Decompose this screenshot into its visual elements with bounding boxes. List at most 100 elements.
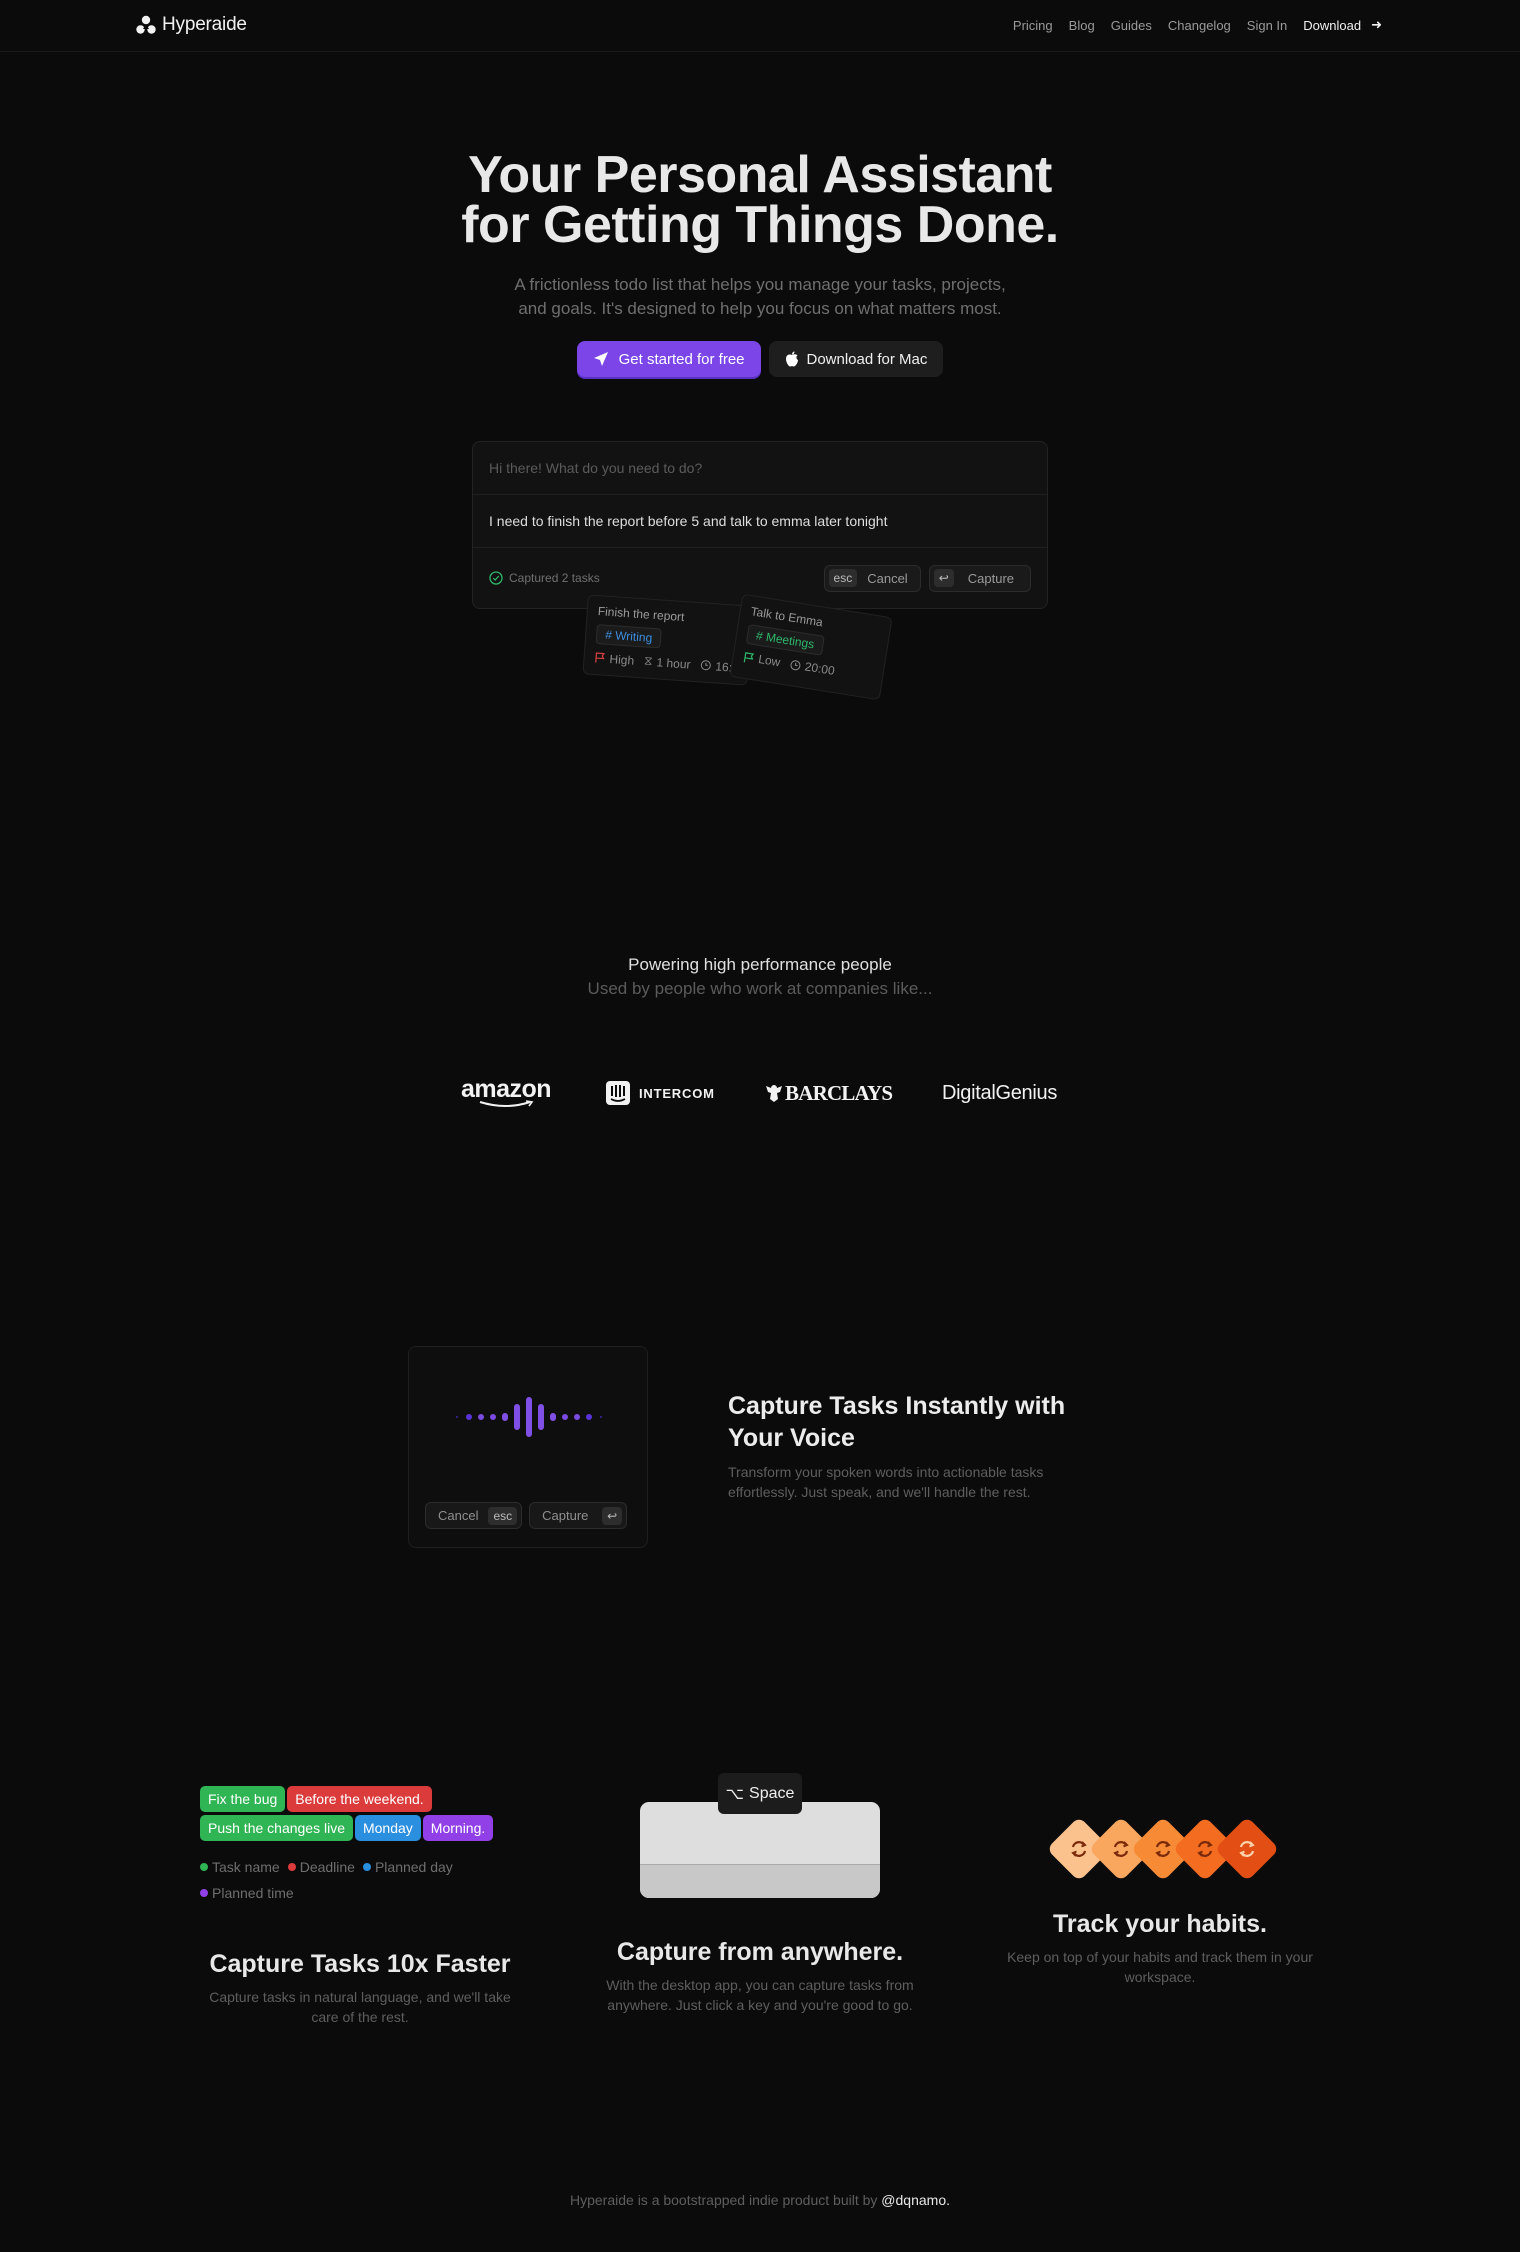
habit-diamond — [1214, 1816, 1280, 1882]
paper-plane-icon — [593, 352, 608, 366]
arrow-right-icon: ➜ — [1371, 17, 1382, 32]
shortcut-key: ⌥ Space — [718, 1773, 802, 1814]
top-nav: Hyperaide Pricing Blog Guides Changelog … — [0, 0, 1520, 52]
legend-dot — [200, 1889, 208, 1897]
cancel-button[interactable]: esc Cancel — [823, 564, 921, 592]
legend-label: Deadline — [299, 1859, 355, 1875]
nav-download-link[interactable]: Download ➜ — [1303, 17, 1382, 33]
priority: High — [594, 650, 635, 667]
barclays-eagle-icon — [766, 1085, 782, 1102]
capture-prompt-row: Hi there! What do you need to do? — [473, 442, 1047, 495]
hero-subtitle: A frictionless todo list that helps you … — [0, 273, 1520, 321]
legend-planned-time: Planned time — [200, 1885, 500, 1901]
task-title: Finish the report — [597, 604, 685, 625]
check-circle-icon — [489, 571, 503, 585]
voice-waveform — [456, 1397, 602, 1437]
esc-key-hint: esc — [488, 1506, 518, 1525]
habit-tracker-illustration — [1046, 1816, 1280, 1882]
keyboard-illustration: ⌥ Space — [640, 1773, 880, 1898]
legend-label: Task name — [212, 1859, 280, 1875]
capture-prompt: Hi there! What do you need to do? — [489, 460, 703, 476]
enter-key-icon: ↩ — [602, 1506, 623, 1525]
duration-label: 1 hour — [656, 654, 692, 672]
nav-link-pricing[interactable]: Pricing — [1013, 18, 1053, 33]
get-started-button[interactable]: Get started for free — [576, 341, 761, 377]
barclays-logo: BARCLAYS — [765, 1075, 893, 1111]
nav-link-blog[interactable]: Blog — [1069, 18, 1095, 33]
hero-title-line2: for Getting Things Done. — [461, 196, 1059, 254]
nav-link-guides[interactable]: Guides — [1111, 18, 1152, 33]
capture-actions: esc Cancel ↩ Capture — [823, 564, 1031, 592]
feature-title: Capture from anywhere. — [616, 1938, 904, 1966]
footer: Hyperaide is a bootstrapped indie produc… — [0, 2192, 1520, 2208]
feature-track-habits: Track your habits. Keep on top of your h… — [995, 1910, 1325, 1987]
feature-capture-anywhere: Capture from anywhere. With the desktop … — [596, 1938, 924, 2015]
voice-capture-card: Cancel esc Capture ↩ — [408, 1346, 648, 1548]
keyboard-body — [640, 1802, 880, 1898]
legend-label: Planned time — [212, 1885, 294, 1901]
hyperaide-logo-icon — [136, 15, 156, 34]
voice-description: Transform your spoken words into actiona… — [728, 1464, 1044, 1500]
legend-planned-day: Planned day — [362, 1859, 453, 1875]
chip-deadline: Before the weekend. — [287, 1786, 432, 1812]
apple-icon — [785, 351, 798, 367]
repeat-icon — [1113, 1841, 1129, 1857]
waveform-bar — [600, 1416, 602, 1418]
capture-button[interactable]: ↩ Capture — [928, 564, 1031, 592]
legend-task-name: Task name — [200, 1859, 280, 1875]
waveform-bar — [562, 1414, 568, 1420]
hash-icon: # — [604, 627, 613, 643]
task-card-talk-to-emma[interactable]: Talk to Emma # Meetings Low 20:00 — [729, 593, 893, 701]
waveform-bar — [586, 1414, 592, 1420]
flag-icon — [743, 651, 755, 662]
enter-key-icon: ↩ — [933, 569, 954, 587]
voice-title: Capture Tasks Instantly with Your Voice — [728, 1392, 1066, 1452]
hero-subtitle-line2: and goals. It's designed to help you foc… — [518, 299, 1002, 318]
amazon-wordmark: amazon — [461, 1075, 552, 1103]
voice-actions: Cancel esc Capture ↩ — [425, 1502, 628, 1529]
time: 20:00 — [789, 657, 836, 678]
task-meta: High ⧖ 1 hour 16:00 — [594, 650, 746, 675]
chip-planned-day: Monday — [354, 1815, 421, 1841]
shortcut-key-label: Space — [749, 1784, 795, 1802]
nav-links: Pricing Blog Guides Changelog Sign In Do… — [1013, 17, 1382, 33]
feature-description: Capture tasks in natural language, and w… — [209, 1989, 511, 2025]
waveform-bar — [456, 1416, 458, 1418]
download-mac-button[interactable]: Download for Mac — [768, 341, 944, 377]
waveform-bar — [574, 1414, 580, 1420]
task-card-finish-report[interactable]: Finish the report # Writing High ⧖ 1 hou… — [582, 594, 753, 686]
feature-description: With the desktop app, you can capture ta… — [606, 1977, 914, 2013]
nav-link-sign-in[interactable]: Sign In — [1247, 18, 1287, 33]
capture-status-text: Captured 2 tasks — [509, 571, 600, 585]
intercom-wordmark: INTERCOM — [639, 1085, 715, 1101]
capture-demo-panel: Hi there! What do you need to do? I need… — [472, 441, 1048, 609]
chip-task-name: Fix the bug — [200, 1786, 286, 1812]
capture-input[interactable]: I need to finish the report before 5 and… — [473, 495, 1047, 548]
hero-title: Your Personal Assistant for Getting Thin… — [0, 149, 1520, 251]
brand-name: Hyperaide — [162, 14, 247, 35]
author-link[interactable]: @dqnamo. — [881, 2192, 950, 2208]
clock-icon — [790, 659, 801, 670]
chip-legend: Task name Deadline Planned day Planned t… — [200, 1859, 500, 1901]
legend-dot — [287, 1863, 296, 1871]
cancel-label: Cancel — [867, 570, 908, 586]
task-tag-label: Writing — [614, 628, 653, 645]
flag-icon — [595, 652, 605, 663]
capture-label: Capture — [967, 570, 1014, 586]
chip-planned-time: Morning. — [422, 1815, 494, 1841]
nav-link-changelog[interactable]: Changelog — [1168, 18, 1231, 33]
brand-logo[interactable]: Hyperaide — [136, 14, 247, 36]
repeat-icon — [1197, 1841, 1213, 1857]
digitalgenius-logo: DigitalGenius — [942, 1075, 1057, 1111]
feature-capture-faster: Capture Tasks 10x Faster Capture tasks i… — [200, 1950, 520, 2027]
social-proof-title: Powering high performance people — [628, 955, 892, 974]
priority: Low — [743, 650, 781, 669]
hero-subtitle-line1: A frictionless todo list that helps you … — [514, 275, 1006, 294]
legend-dot — [362, 1863, 371, 1871]
get-started-label: Get started for free — [618, 350, 745, 368]
nav-download-label: Download — [1303, 17, 1362, 33]
voice-capture-button[interactable]: Capture ↩ — [529, 1502, 628, 1529]
barclays-wordmark: BARCLAYS — [785, 1080, 893, 1105]
time-label: 20:00 — [803, 659, 836, 678]
voice-cancel-button[interactable]: Cancel esc — [425, 1502, 523, 1529]
